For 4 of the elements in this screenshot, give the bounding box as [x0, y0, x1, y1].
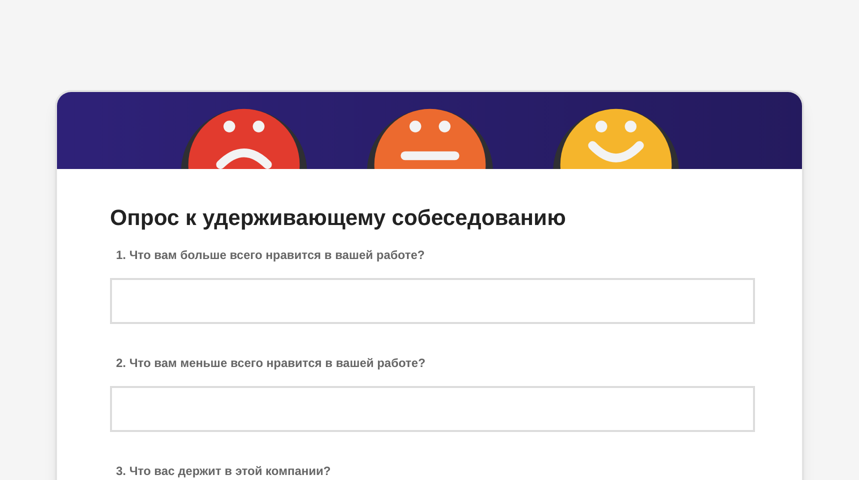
question-label: 1. Что вам больше всего нравится в вашей работе? [115, 246, 426, 264]
question-label: 3. Что вас держит в этой компании? [115, 462, 332, 480]
question-label: 2. Что вам меньше всего нравится в вашей работе? [115, 354, 426, 372]
survey-title: Опрос к удерживающему собеседованию [110, 204, 567, 232]
